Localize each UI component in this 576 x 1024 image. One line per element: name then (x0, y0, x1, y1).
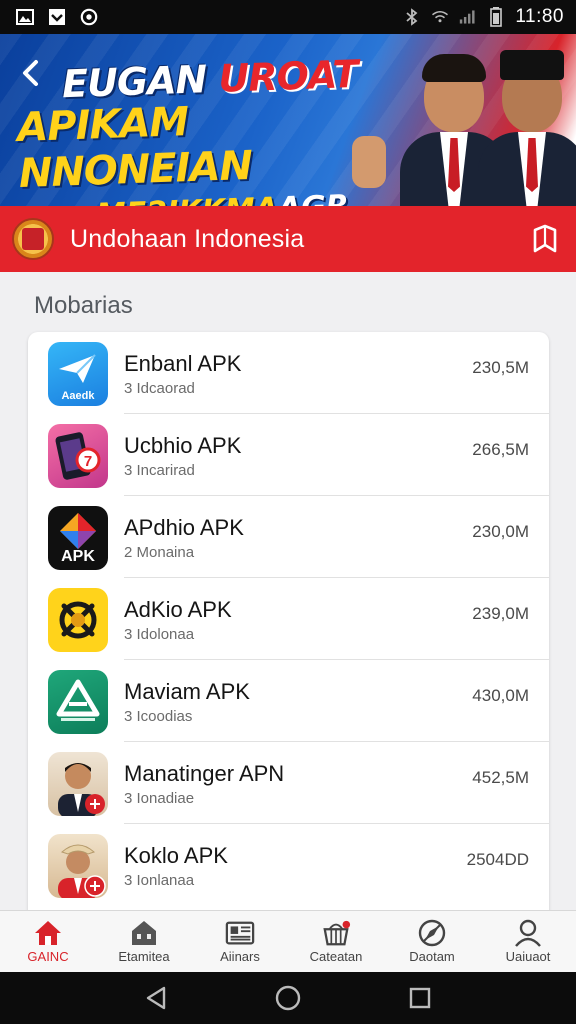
gallery-icon (16, 8, 34, 26)
system-back-button[interactable] (141, 983, 171, 1013)
app-title: Undohaan Indonesia (70, 224, 305, 253)
app-subtitle: 3 Ionlanaa (124, 872, 195, 889)
user-icon (513, 919, 543, 947)
home-circle-icon (275, 985, 301, 1011)
nav-item-building[interactable]: Etamitea (96, 911, 192, 972)
back-triangle-icon (146, 986, 166, 1010)
app-name: Koklo APK (124, 843, 228, 868)
section-title: Mobarias (34, 292, 133, 319)
app-subtitle: 3 Ionadiae (124, 790, 195, 807)
app-name: AdKio APK (124, 597, 232, 622)
home-icon (33, 919, 63, 947)
system-recents-button[interactable] (405, 983, 435, 1013)
status-bar: 11:80 (0, 0, 576, 34)
app-size: 230,5M (472, 358, 529, 377)
list-item[interactable]: 7 Ucbhio APK 3 Incarirad 266,5M (28, 414, 549, 496)
nav-item-basket[interactable]: Cateatan (288, 911, 384, 972)
list-item[interactable]: AdKio APK 3 Idolonaa 239,0M (28, 578, 549, 660)
clock-time: 11:80 (515, 6, 564, 27)
banner-line3-b: AGR. (277, 188, 361, 206)
bookmark-icon (533, 224, 557, 253)
bottom-navigation: GAINC Etamitea Aiinars Cateatan Daotam U… (0, 910, 576, 972)
system-home-button[interactable] (273, 983, 303, 1013)
nav-item-news[interactable]: Aiinars (192, 911, 288, 972)
app-name: Maviam APK (124, 679, 250, 704)
camera-icon (80, 8, 98, 26)
portrait-app-icon (48, 752, 108, 816)
apk-diamond-icon: APK (48, 506, 108, 570)
signal-icon (459, 8, 477, 26)
arrow-app-icon: Aaedk (48, 342, 108, 406)
app-subtitle: 3 Idolonaa (124, 626, 195, 643)
emblem-logo (12, 218, 54, 260)
svg-text:7: 7 (84, 453, 92, 470)
promo-banner[interactable]: EUGAN UROAT APIKAM NNONEIAN ME2IKKMAAGR. (0, 34, 576, 206)
nav-item-user[interactable]: Uaiuaot (480, 911, 576, 972)
bluetooth-icon (403, 8, 421, 26)
app-name: APdhio APK (124, 515, 244, 540)
app-name: Ucbhio APK (124, 433, 242, 458)
app-subtitle: 2 Monaina (124, 544, 195, 561)
app-subtitle: 3 Icoodias (124, 708, 193, 725)
app-size: 430,0M (472, 686, 529, 705)
list-item[interactable]: Aaedk Enbanl APK 3 Idcaorad 230,5M (28, 332, 549, 414)
app-size: 239,0M (472, 604, 529, 623)
triangle-app-icon (48, 670, 108, 734)
list-item[interactable]: Manatinger APN 3 Ionadiae 452,5M (28, 742, 549, 824)
bookmark-button[interactable] (528, 222, 562, 256)
app-size: 230,0M (472, 522, 529, 541)
portrait-hat-app-icon (48, 834, 108, 898)
news-icon (225, 919, 255, 947)
app-list: Aaedk Enbanl APK 3 Idcaorad 230,5M 7 Ucb… (28, 332, 549, 922)
compass-icon (417, 919, 447, 947)
banner-line3-a: ME2IKKMA (95, 191, 278, 206)
circle-x-app-icon (48, 588, 108, 652)
list-item[interactable]: Koklo APK 3 Ionlanaa 2504DD (28, 824, 549, 906)
system-navigation-bar (0, 972, 576, 1024)
list-item[interactable]: APK APdhio APK 2 Monaina 230,0M (28, 496, 549, 578)
app-header: Undohaan Indonesia (0, 206, 576, 272)
building-icon (129, 919, 159, 947)
app-size: 2504DD (466, 850, 529, 869)
app-name: Enbanl APK (124, 351, 242, 376)
list-item[interactable]: Maviam APK 3 Icoodias 430,0M (28, 660, 549, 742)
banner-person-right (478, 46, 576, 206)
nav-item-compass[interactable]: Daotam (384, 911, 480, 972)
recents-square-icon (409, 987, 431, 1009)
battery-icon (487, 7, 505, 27)
phone-app-icon: 7 (48, 424, 108, 488)
nav-item-home[interactable]: GAINC (0, 911, 96, 972)
basket-icon (321, 919, 351, 947)
app-size: 452,5M (472, 768, 529, 787)
app-subtitle: 3 Idcaorad (124, 380, 195, 397)
app-subtitle: 3 Incarirad (124, 462, 195, 479)
app-size: 266,5M (472, 440, 529, 459)
thumbs-up-hand (352, 136, 386, 188)
download-icon (48, 8, 66, 26)
wifi-icon (431, 8, 449, 26)
app-name: Manatinger APN (124, 761, 285, 786)
